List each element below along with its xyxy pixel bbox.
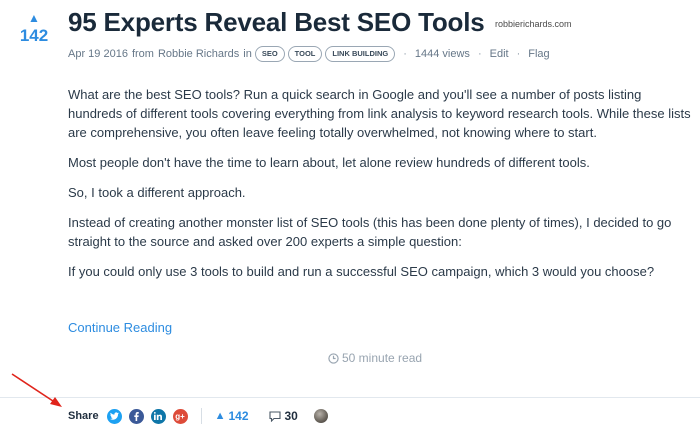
post-date: Apr 19 2016: [68, 48, 128, 60]
facebook-icon[interactable]: [128, 408, 144, 424]
body-paragraph: If you could only use 3 tools to build a…: [68, 264, 655, 279]
footer-divider: [0, 397, 700, 398]
view-count: 1444 views: [414, 48, 470, 60]
post-body: What are the best SEO tools? Run a quick…: [68, 85, 693, 292]
upvote-icon[interactable]: ▲: [215, 410, 226, 422]
read-time-label: 50 minute read: [342, 351, 423, 365]
google-plus-icon[interactable]: g+: [172, 408, 188, 424]
clock-icon: [328, 352, 339, 364]
comment-icon[interactable]: [268, 410, 281, 422]
read-time: 50 minute read: [328, 351, 422, 365]
share-separator: [200, 408, 202, 424]
twitter-icon[interactable]: [106, 408, 122, 424]
body-paragraph: Instead of creating another monster list…: [68, 215, 672, 249]
in-label: in: [243, 48, 252, 60]
meta-separator: ·: [403, 48, 407, 60]
avatar[interactable]: [313, 409, 328, 423]
upvote-arrow-icon[interactable]: ▲: [14, 12, 54, 24]
continue-reading-link[interactable]: Continue Reading: [68, 320, 172, 335]
from-label: from: [131, 48, 154, 60]
vote-count: 142: [19, 26, 49, 45]
upvote-widget[interactable]: ▲ 142: [14, 12, 54, 46]
post-meta: Apr 19 2016 from Robbie Richards in SEO …: [68, 46, 550, 62]
post-title[interactable]: 95 Experts Reveal Best SEO Tools: [68, 7, 485, 37]
tag-seo[interactable]: SEO: [254, 46, 285, 62]
flag-link[interactable]: Flag: [528, 48, 549, 60]
meta-separator: ·: [477, 48, 482, 60]
body-paragraph: Most people don't have the time to learn…: [68, 155, 590, 170]
post-title-row: 95 Experts Reveal Best SEO Tools robbier…: [68, 7, 572, 38]
footer-vote-count: 142: [228, 409, 249, 423]
source-domain: robbierichards.com: [494, 19, 572, 29]
comment-count: 30: [284, 409, 298, 423]
tag-link-building[interactable]: LINK BUILDING: [325, 46, 396, 62]
linkedin-icon[interactable]: [150, 408, 166, 424]
meta-separator: ·: [516, 48, 521, 60]
edit-link[interactable]: Edit: [490, 48, 509, 60]
body-paragraph: What are the best SEO tools? Run a quick…: [68, 87, 691, 140]
body-paragraph: So, I took a different approach.: [68, 185, 246, 200]
author-link[interactable]: Robbie Richards: [158, 48, 239, 60]
share-bar: Share g+ ▲ 142 30: [68, 406, 328, 426]
tag-tool[interactable]: TOOL: [287, 46, 323, 62]
share-label: Share: [68, 410, 99, 422]
